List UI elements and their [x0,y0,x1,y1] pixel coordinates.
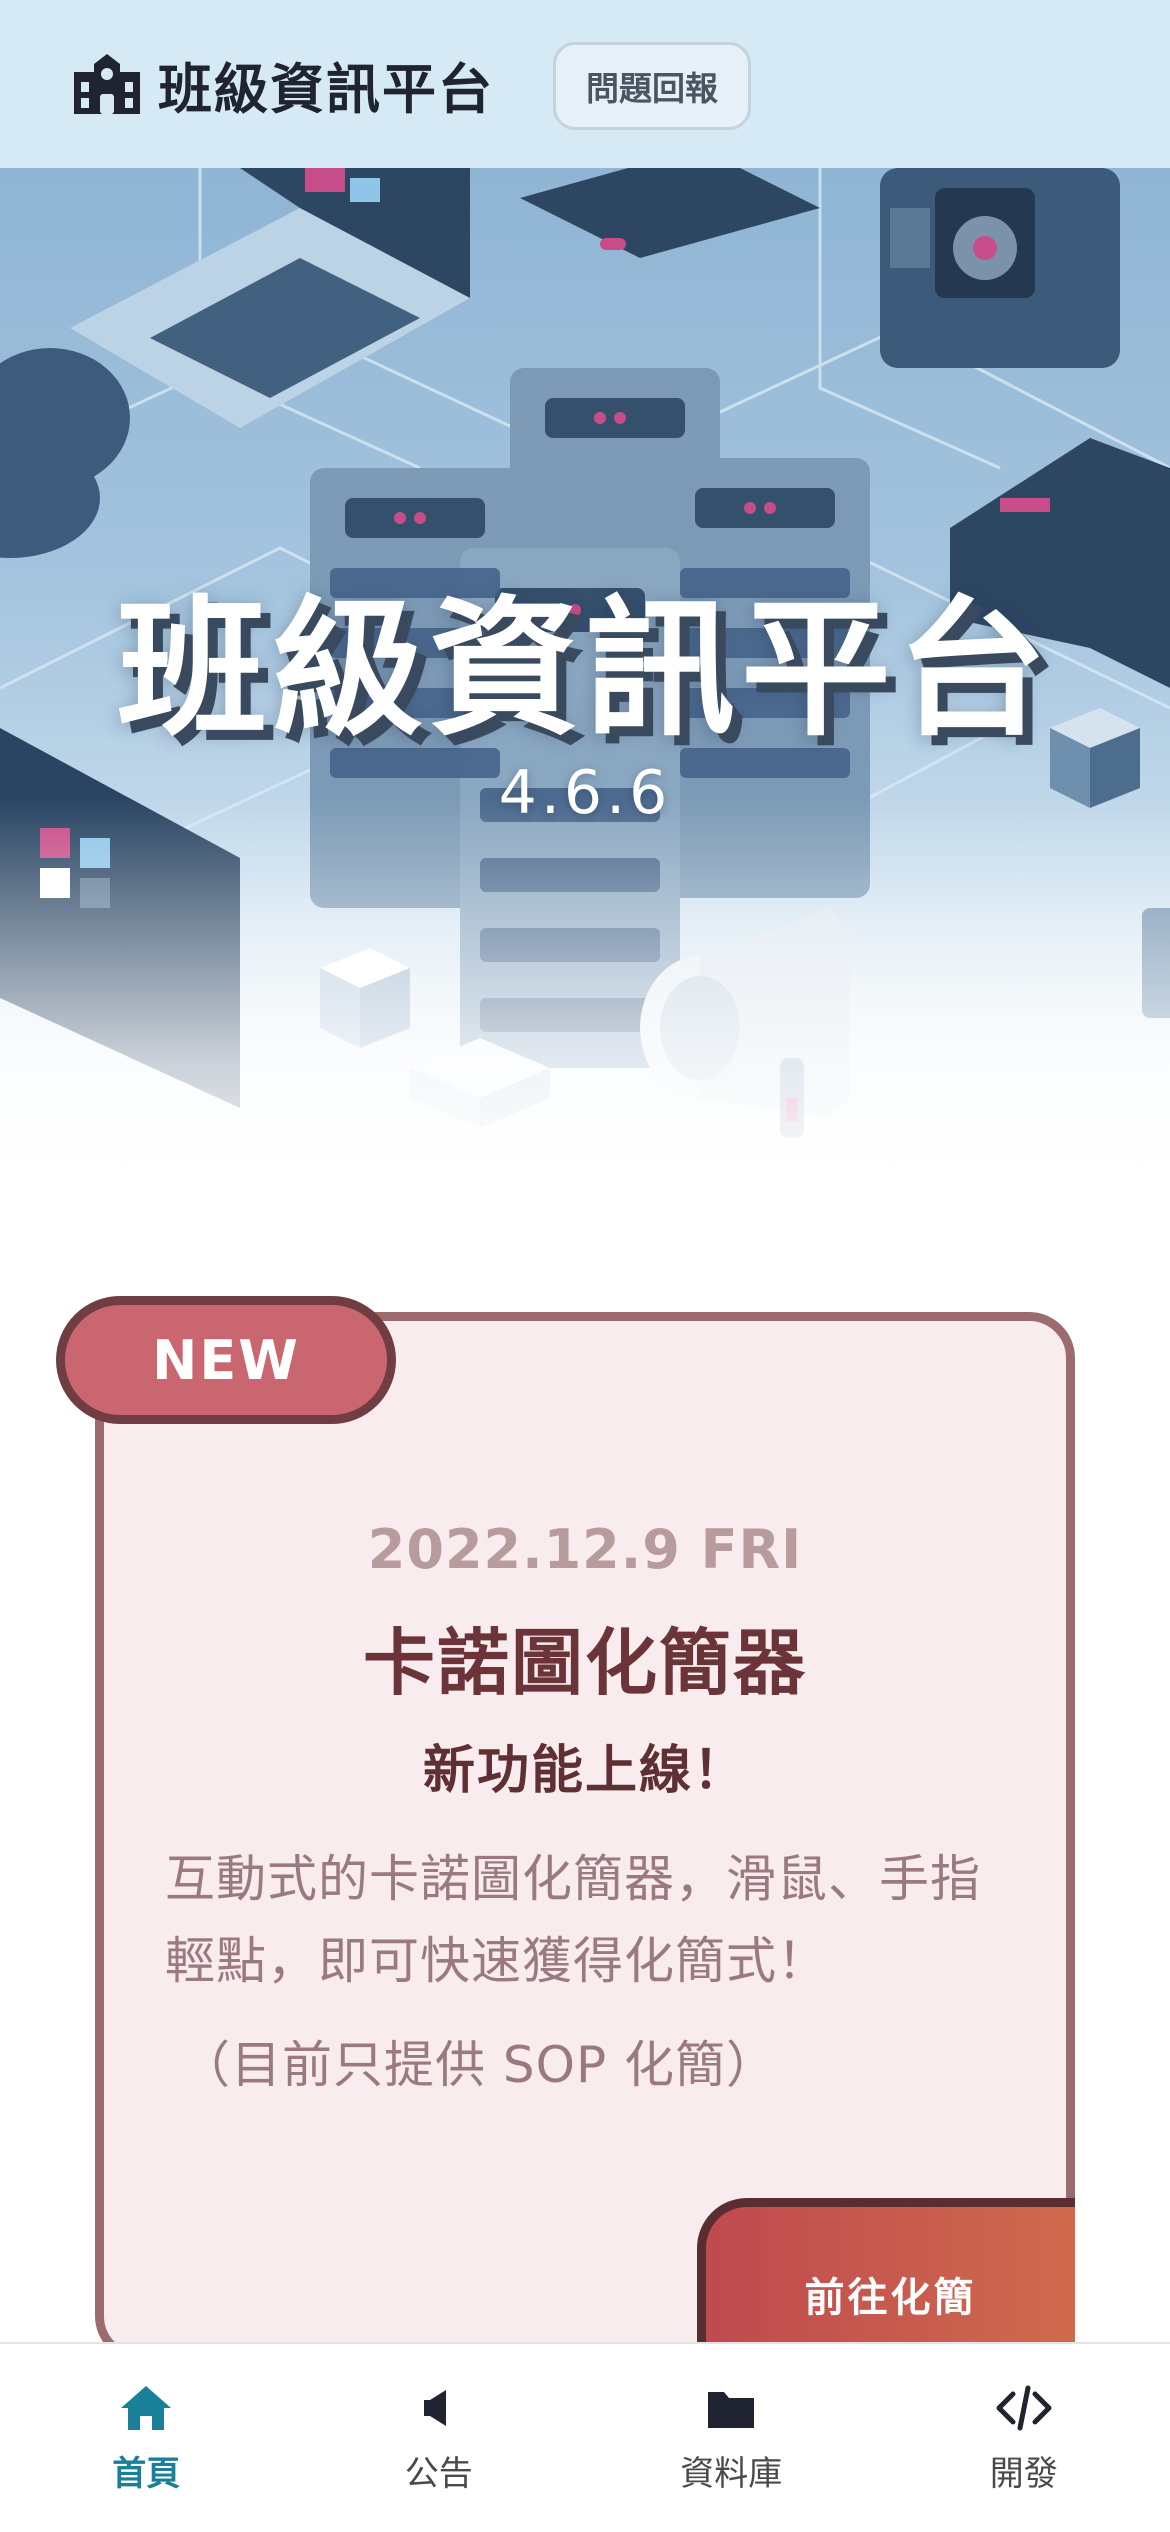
news-subtitle: 新功能上線！ [422,1741,747,1801]
nav-label-announcements: 公告 [404,2454,473,2494]
nav-label-home: 首頁 [112,2454,181,2494]
folder-icon [708,2392,755,2428]
nav-item-home[interactable]: 首頁 [0,2344,293,2532]
nav-label-database: 資料庫 [680,2454,783,2494]
nav-item-database[interactable]: 資料庫 [585,2344,878,2532]
new-badge: NEW [56,1296,396,1424]
megaphone-icon [423,2390,446,2426]
top-app-bar: 班級資訊平台 問題回報 [0,0,1170,168]
app-title: 班級資訊平台 [158,57,494,121]
nav-item-announcements[interactable]: 公告 [293,2344,586,2532]
hero-title: 班級資訊平台 [116,583,1053,757]
code-icon [996,2385,1052,2431]
news-title: 卡諾圖化簡器 [362,1621,807,1705]
news-date: 2022.12.9 FRI [367,1518,803,1581]
news-note: （目前只提供 SOP 化簡） [180,2036,778,2094]
brand[interactable]: 班級資訊平台 [70,40,494,128]
version-label: 4.6.6 [498,758,672,828]
nav-item-development[interactable]: 開發 [878,2344,1170,2532]
school-icon [74,54,140,114]
hero-banner: 班級資訊平台 4.6.6 [0,168,1170,1218]
news-description: 互動式的卡諾圖化簡器，滑鼠、手指輕點，即可快速獲得化簡式！ [165,1850,981,1990]
report-issue-button[interactable]: 問題回報 [553,42,751,130]
page: 班級資訊平台 問題回報 班級資訊平台 4.6.6 NEW 2022.12.9 F… [0,0,1170,2532]
bottom-navigation: 首頁 公告 資料庫 開發 [0,2342,1170,2532]
home-icon [121,2386,172,2430]
nav-label-development: 開發 [989,2454,1058,2494]
